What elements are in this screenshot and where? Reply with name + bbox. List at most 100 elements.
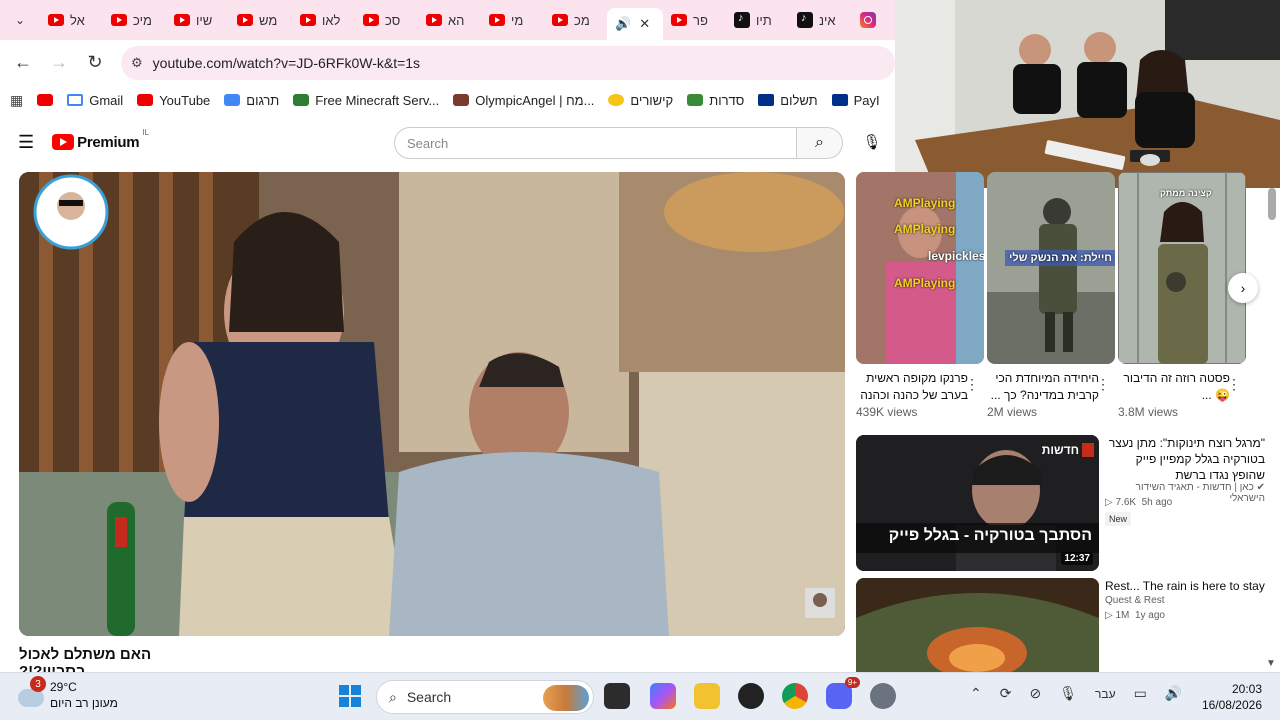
short-title[interactable]: היחידה המיוחדת הכי קרבית במדינה? כך ... [987, 370, 1099, 404]
reload-button[interactable]: ↻ [77, 45, 113, 81]
discord-icon[interactable]: 9+ [826, 677, 860, 709]
verified-icon: ✔ [1256, 482, 1265, 493]
address-bar[interactable]: ⚙ youtube.com/watch?v=JD-6RFk0W-k&t=1s [121, 45, 895, 80]
volume-icon[interactable]: 🔊 [1165, 685, 1182, 702]
youtube-icon [300, 14, 316, 26]
copilot-icon[interactable] [650, 683, 676, 709]
bookmark-paypal[interactable]: PayI [831, 93, 880, 108]
tab-12[interactable] [852, 4, 882, 36]
windows-taskbar: 3 29°C מעונן רב היום ⌕ Search 9+ ⌃ ⟳ ⊘ 🎙… [0, 672, 1280, 720]
bookmark-label: קישורים [630, 92, 674, 108]
tab-4[interactable]: לאו [292, 4, 355, 36]
file-explorer-icon[interactable] [694, 683, 720, 709]
youtube-icon [363, 14, 379, 26]
short-thumbnail-1[interactable]: AMPlaying AMPlaying levpickles AMPlaying [856, 172, 984, 364]
bookmark-youtube[interactable]: YouTube [137, 93, 210, 108]
system-tray: ⌃ ⟳ ⊘ 🎙 עבר ▭ 🔊 [970, 685, 1182, 702]
start-button[interactable] [339, 685, 361, 707]
tab-6[interactable]: הא [418, 4, 481, 36]
close-icon[interactable]: ✕ [639, 16, 650, 32]
recommendation-meta: ▷ 7.6K 5h ago [1105, 497, 1172, 508]
tab-11[interactable]: אינ [789, 4, 852, 36]
tab-10[interactable]: תיו [726, 4, 789, 36]
bookmark-olympicangel[interactable]: OlympicAngel | מח... [453, 93, 594, 108]
video-duration: 12:37 [1061, 552, 1093, 565]
search-button[interactable]: ⌕ [797, 127, 843, 159]
app-icon[interactable] [738, 683, 764, 709]
settings-icon[interactable] [870, 683, 896, 709]
country-code: IL [142, 127, 149, 137]
youtube-premium-logo[interactable]: Premium IL [52, 128, 149, 151]
voice-search-button[interactable]: 🎙 [858, 128, 886, 156]
task-view-icon[interactable] [604, 683, 630, 709]
short-thumbnail-2[interactable]: חיילת: את הנשק שלי [987, 172, 1115, 364]
weather-widget[interactable]: 3 29°C מעונן רב היום [18, 676, 118, 711]
arrow-left-icon: ← [14, 52, 32, 72]
scroll-down-icon[interactable]: ▼ [1266, 658, 1276, 669]
tab-2[interactable]: שיו [166, 4, 229, 36]
menu-icon[interactable]: ☰ [18, 132, 34, 153]
youtube-icon [552, 14, 568, 26]
google-translate-icon [224, 94, 241, 106]
url-text: youtube.com/watch?v=JD-6RFk0W-k&t=1s [152, 54, 421, 71]
video-player[interactable] [19, 172, 845, 636]
bookmark-youtube-icon-only[interactable] [37, 94, 54, 106]
tab-5[interactable]: סכ [355, 4, 418, 36]
sync-icon[interactable]: ⟳ [1000, 685, 1012, 702]
short-thumbnail-3[interactable]: קצינה ממתק [1118, 172, 1246, 364]
bookmark-gmail[interactable]: Gmail [67, 93, 123, 108]
short-title[interactable]: פרנקו מקופה ראשית בערב של כהנה וכהנה [856, 370, 968, 404]
tab-1[interactable]: מיכ [103, 4, 166, 36]
taskbar-search[interactable]: ⌕ Search [376, 680, 594, 714]
more-options-icon[interactable]: ⋮ [1227, 376, 1241, 393]
short-views: 2M views [987, 405, 1038, 419]
tab-0[interactable]: אל [40, 4, 103, 36]
tab-7[interactable]: מי [481, 4, 544, 36]
upload-age: 1y ago [1134, 610, 1165, 621]
back-button[interactable]: ← [5, 45, 41, 81]
more-options-icon[interactable]: ⋮ [1096, 376, 1110, 393]
apps-grid-icon[interactable]: ▦ [10, 92, 23, 109]
bookmark-minecraft[interactable]: Free Minecraft Serv... [293, 93, 439, 108]
bookmark-label: YouTube [159, 92, 211, 108]
bookmark-links[interactable]: קישורים [608, 93, 673, 108]
bookmark-payment[interactable]: תשלום [758, 93, 818, 108]
browser-toolbar: ← → ↻ ⚙ youtube.com/watch?v=JD-6RFk0W-k&… [0, 40, 895, 85]
recommendation-title[interactable]: "מרגל רוצח תינוקות": מתן נעצר בטורקיה בג… [1105, 435, 1265, 483]
tab-search-button[interactable]: ⌄ [8, 8, 32, 32]
short-title[interactable]: פסטה רוזה זה הדיבור 😜 ... [1118, 370, 1230, 404]
clock[interactable]: 20:03 16/08/2026 [1198, 681, 1262, 713]
input-language[interactable]: עבר [1095, 687, 1116, 701]
channel-name[interactable]: Quest & Rest [1105, 595, 1164, 606]
tab-label: שיו [196, 12, 213, 28]
cloud-off-icon[interactable]: ⊘ [1029, 685, 1041, 702]
chrome-icon[interactable] [782, 683, 808, 709]
youtube-icon [671, 14, 687, 26]
bookmark-translate[interactable]: תרגום [224, 93, 279, 108]
tab-3[interactable]: מש [229, 4, 292, 36]
recommendation-title[interactable]: Rest... The rain is here to stay [1105, 578, 1265, 594]
shelf-next-button[interactable]: › [1228, 273, 1258, 303]
network-icon[interactable]: ▭ [1134, 685, 1147, 702]
site-info-icon[interactable]: ⚙ [131, 55, 143, 71]
video-frame [19, 172, 845, 636]
bookmark-series[interactable]: סדרות [687, 93, 744, 108]
microphone-icon[interactable]: 🎙 [1059, 685, 1077, 702]
webcam-overlay [895, 0, 1280, 188]
taskbar-search-label: Search [406, 689, 452, 705]
tab-8[interactable]: מכ [544, 4, 607, 36]
forward-button[interactable]: → [41, 45, 77, 81]
recommendation-thumbnail-1[interactable]: הסתבך בטורקיה - בגלל פייק חדשות 12:37 [856, 435, 1099, 571]
tab-active[interactable]: 🔊 ✕ [607, 8, 663, 40]
tab-label: לאו [322, 12, 341, 28]
recommendation-thumbnail-2[interactable] [856, 578, 1099, 672]
tab-9[interactable]: פר [663, 4, 726, 36]
search-input[interactable]: Search [394, 127, 797, 159]
stream-overlay-text: AMPlaying [894, 222, 956, 236]
more-options-icon[interactable]: ⋮ [965, 376, 979, 393]
search-highlight-image [543, 685, 589, 711]
tab-label: מכ [574, 12, 590, 28]
chevron-up-icon[interactable]: ⌃ [970, 685, 982, 702]
speaker-icon[interactable]: 🔊 [615, 16, 631, 32]
page-scrollbar[interactable] [1268, 188, 1276, 220]
